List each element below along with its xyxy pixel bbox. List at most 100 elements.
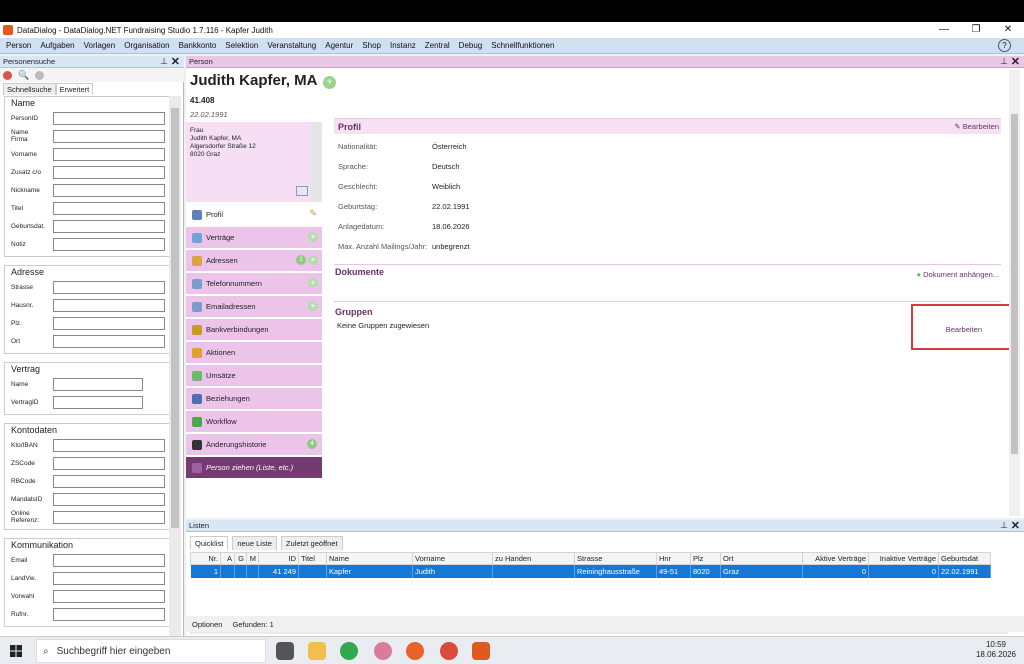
nav-aktionen[interactable]: Aktionen	[186, 342, 322, 363]
field-input[interactable]	[53, 316, 165, 330]
table-cell[interactable]: Graz	[720, 564, 803, 578]
column-header[interactable]: Geburtsdat	[938, 552, 991, 565]
field-input[interactable]	[53, 456, 165, 470]
menu-item-selektion[interactable]: Selektion	[225, 41, 258, 50]
menu-item-person[interactable]: Person	[6, 41, 31, 50]
field-input[interactable]	[53, 377, 143, 391]
nav-emailadressen[interactable]: Emailadressen +	[186, 296, 322, 317]
document-attach-link[interactable]: ● Dokument anhängen...	[916, 270, 999, 279]
nav-adressen[interactable]: Adressen 1 +	[186, 250, 322, 271]
app-icon[interactable]	[374, 642, 392, 660]
profil-edit-link[interactable]: ✎ Bearbeiten	[954, 122, 999, 131]
person-scrollbar[interactable]	[1009, 70, 1020, 516]
close-panel-icon[interactable]: ✕	[1011, 519, 1020, 532]
column-header[interactable]: Hnr	[656, 552, 691, 565]
field-input[interactable]	[53, 571, 165, 585]
file-explorer-icon[interactable]	[308, 642, 326, 660]
menu-item-aufgaben[interactable]: Aufgaben	[40, 41, 74, 50]
options-button[interactable]: Optionen	[192, 620, 222, 629]
menu-item-instanz[interactable]: Instanz	[390, 41, 416, 50]
column-header[interactable]: Strasse	[574, 552, 657, 565]
table-cell[interactable]: 41 249	[258, 564, 299, 578]
column-header[interactable]: ID	[258, 552, 299, 565]
menu-item-veranstaltung[interactable]: Veranstaltung	[267, 41, 316, 50]
field-input[interactable]	[53, 111, 165, 125]
column-header[interactable]: M	[246, 552, 259, 565]
chrome-icon[interactable]	[340, 642, 358, 660]
close-panel-icon[interactable]: ✕	[171, 55, 180, 68]
left-scrollbar[interactable]	[169, 96, 181, 636]
field-input[interactable]	[53, 165, 165, 179]
nav-profil[interactable]: Profil ✎	[186, 204, 322, 225]
table-cell[interactable]	[298, 564, 327, 578]
chrome-alt-icon[interactable]	[440, 642, 458, 660]
menu-item-vorlagen[interactable]: Vorlagen	[84, 41, 116, 50]
field-input[interactable]	[53, 298, 165, 312]
help-icon[interactable]: ?	[998, 39, 1011, 52]
field-input[interactable]	[53, 607, 165, 621]
nav-bankverbindungen[interactable]: Bankverbindungen	[186, 319, 322, 340]
field-input[interactable]	[53, 395, 143, 409]
nav-workflow[interactable]: Workflow	[186, 411, 322, 432]
pin-icon[interactable]: ⊥	[1000, 56, 1008, 67]
table-cell[interactable]	[234, 564, 247, 578]
close-panel-icon[interactable]: ✕	[1011, 55, 1020, 68]
list-tab-zuletzt-geöffnet[interactable]: Zuletzt geöffnet	[280, 536, 343, 550]
close-button[interactable]: ✕	[992, 22, 1024, 38]
add-icon[interactable]: +	[308, 301, 318, 311]
pin-icon[interactable]: ⊥	[160, 56, 168, 67]
pin-icon[interactable]: ⊥	[1000, 520, 1008, 531]
minimize-button[interactable]: —	[928, 22, 960, 38]
add-icon[interactable]: +	[308, 232, 318, 242]
nav-person-ziehen-liste-etc-[interactable]: Person ziehen (Liste, etc.)	[186, 457, 322, 478]
menu-item-zentral[interactable]: Zentral	[425, 41, 450, 50]
field-input[interactable]	[53, 219, 165, 233]
column-header[interactable]: A	[220, 552, 235, 565]
menu-item-organisation[interactable]: Organisation	[124, 41, 169, 50]
table-cell[interactable]: 8020	[690, 564, 721, 578]
menu-item-debug[interactable]: Debug	[459, 41, 483, 50]
field-input[interactable]	[53, 334, 165, 348]
field-input[interactable]	[53, 474, 165, 488]
table-cell[interactable]: 22.02.1991	[938, 564, 991, 578]
firefox-icon[interactable]	[406, 642, 424, 660]
clock[interactable]: 10:59 18.06.2026	[976, 640, 1016, 660]
table-row[interactable]: 1 41 249 Kapfer Judith Reininghausstraße 49-5…	[190, 564, 991, 578]
field-input[interactable]	[53, 553, 165, 567]
field-input[interactable]	[53, 492, 165, 506]
add-icon[interactable]: +	[308, 255, 318, 265]
field-input[interactable]	[53, 129, 165, 143]
nav-beziehungen[interactable]: Beziehungen	[186, 388, 322, 409]
field-input[interactable]	[53, 589, 165, 603]
field-input[interactable]	[53, 147, 165, 161]
tab-schnellsuche[interactable]: Schnellsuche	[3, 83, 56, 95]
address-toggle-icon[interactable]	[296, 186, 308, 196]
task-view-icon[interactable]	[276, 642, 294, 660]
column-header[interactable]: Name	[326, 552, 413, 565]
column-header[interactable]: Vorname	[412, 552, 493, 565]
field-input[interactable]	[53, 183, 165, 197]
edit-pencil-icon[interactable]: ✎	[309, 208, 317, 219]
column-header[interactable]: Titel	[298, 552, 327, 565]
nav-telefonnummern[interactable]: Telefonnummern +	[186, 273, 322, 294]
tab-erweitert[interactable]: Erweitert	[55, 83, 94, 95]
menu-item-schnellfunktionen[interactable]: Schnellfunktionen	[491, 41, 554, 50]
table-cell[interactable]: Judith	[412, 564, 493, 578]
column-header[interactable]: Aktive Verträge	[802, 552, 869, 565]
table-cell[interactable]: Reininghausstraße	[574, 564, 657, 578]
field-input[interactable]	[53, 237, 165, 251]
nav-änderungshistorie[interactable]: Änderungshistorie 4	[186, 434, 322, 455]
add-icon[interactable]: +	[308, 278, 318, 288]
add-icon[interactable]: +	[323, 76, 336, 89]
column-header[interactable]: zu Handen	[492, 552, 575, 565]
column-header[interactable]: Inaktive Verträge	[868, 552, 939, 565]
menu-item-agentur[interactable]: Agentur	[325, 41, 353, 50]
nav-verträge[interactable]: Verträge +	[186, 227, 322, 248]
column-header[interactable]: G	[234, 552, 247, 565]
field-input[interactable]	[53, 280, 165, 294]
maximize-button[interactable]: ❐	[960, 22, 992, 38]
datadialog-icon[interactable]	[472, 642, 490, 660]
reset-icon[interactable]	[35, 70, 45, 80]
list-tab-neue-liste[interactable]: neue Liste	[232, 536, 277, 550]
taskbar-search-input[interactable]: ⌕ Suchbegriff hier eingeben	[36, 639, 266, 663]
